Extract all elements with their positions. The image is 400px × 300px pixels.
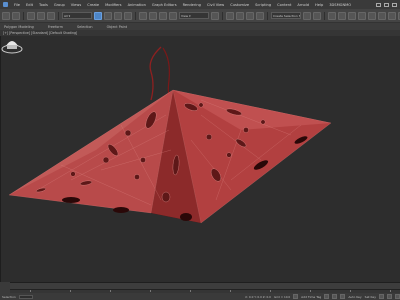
menu-customize[interactable]: Customize bbox=[230, 3, 249, 7]
menu-modifiers[interactable]: Modifiers bbox=[105, 3, 121, 7]
status-bar: Selection X: 0.0 Y: 0.0 Z: 0.0 Grid = 10… bbox=[0, 293, 400, 300]
track-tick bbox=[150, 290, 151, 292]
menu-bar: File Edit Tools Group Views Create Modif… bbox=[0, 0, 400, 9]
align-icon[interactable] bbox=[313, 11, 321, 20]
menu-edit[interactable]: Edit bbox=[26, 3, 33, 7]
zoom-icon[interactable] bbox=[379, 294, 384, 299]
menu-arnold[interactable]: Arnold bbox=[297, 3, 309, 7]
selection-filter-dropdown[interactable]: All ▾ bbox=[62, 12, 92, 19]
select-by-name-icon[interactable] bbox=[104, 11, 112, 20]
track-tick bbox=[270, 290, 271, 292]
set-key-button[interactable]: Set Key bbox=[365, 295, 376, 299]
menu-animation[interactable]: Animation bbox=[128, 3, 146, 7]
window-crossing-icon[interactable] bbox=[124, 11, 132, 20]
toolbar-divider bbox=[135, 11, 136, 20]
close-icon[interactable] bbox=[392, 2, 397, 7]
menu-rendering[interactable]: Rendering bbox=[183, 3, 201, 7]
curve-editor-icon[interactable] bbox=[348, 11, 356, 20]
placement-icon[interactable] bbox=[169, 11, 177, 20]
schematic-view-icon[interactable] bbox=[358, 11, 366, 20]
snaps-toggle-icon[interactable] bbox=[226, 11, 234, 20]
menu-scripting[interactable]: Scripting bbox=[255, 3, 271, 7]
perspective-viewport[interactable] bbox=[0, 36, 400, 282]
scene-explorer-icon[interactable] bbox=[328, 11, 336, 20]
percent-snap-icon[interactable] bbox=[246, 11, 254, 20]
minimize-icon[interactable] bbox=[376, 2, 381, 7]
pan-icon[interactable] bbox=[395, 294, 400, 299]
angle-snap-icon[interactable] bbox=[236, 11, 244, 20]
track-tick bbox=[110, 290, 111, 292]
ribbon-tab-polygon-modeling[interactable]: Polygon Modeling bbox=[4, 25, 34, 29]
redo-icon[interactable] bbox=[12, 11, 20, 20]
window-controls bbox=[376, 2, 400, 7]
unlink-icon[interactable] bbox=[37, 11, 45, 20]
link-icon[interactable] bbox=[27, 11, 35, 20]
pivot-center-icon[interactable] bbox=[211, 11, 219, 20]
scene-canvas bbox=[8, 46, 332, 224]
menu-tools[interactable]: Tools bbox=[39, 3, 48, 7]
select-object-icon[interactable] bbox=[94, 11, 102, 20]
hanging-cable bbox=[149, 46, 162, 101]
layer-explorer-icon[interactable] bbox=[338, 11, 346, 20]
grid-readout: Grid = 10.0 bbox=[273, 294, 291, 299]
menu-extra[interactable]: 3DSMGNMO bbox=[329, 3, 351, 7]
modeling-ribbon: Polygon Modeling Freeform Selection Obje… bbox=[0, 23, 400, 30]
menu-file[interactable]: File bbox=[14, 3, 20, 7]
go-to-end-icon[interactable] bbox=[340, 294, 346, 299]
play-icon[interactable] bbox=[332, 294, 338, 299]
menu-group[interactable]: Group bbox=[54, 3, 65, 7]
reference-coordinate-dropdown[interactable]: View ▾ bbox=[179, 12, 209, 19]
rotate-icon[interactable] bbox=[149, 11, 157, 20]
maximize-icon[interactable] bbox=[384, 2, 389, 7]
render-setup-icon[interactable] bbox=[378, 11, 386, 20]
maxscript-listener-field[interactable] bbox=[18, 294, 33, 299]
mirror-icon[interactable] bbox=[303, 11, 311, 20]
app-logo-icon[interactable] bbox=[3, 2, 8, 7]
ribbon-tab-object-paint[interactable]: Object Paint bbox=[107, 25, 128, 29]
toolbar-divider bbox=[267, 11, 268, 20]
named-selection-set-dropdown[interactable]: Create Selection Se... bbox=[271, 12, 301, 19]
menu-content[interactable]: Content bbox=[277, 3, 291, 7]
ribbon-tab-selection[interactable]: Selection bbox=[77, 25, 93, 29]
time-slider[interactable] bbox=[10, 282, 400, 289]
toolbar-divider bbox=[222, 11, 223, 20]
main-toolbar: All ▾ View ▾ Create Selection Se... bbox=[0, 9, 400, 23]
rectangular-selection-icon[interactable] bbox=[114, 11, 122, 20]
time-tag-icon[interactable] bbox=[293, 294, 299, 299]
menu-graph-editors[interactable]: Graph Editors bbox=[152, 3, 177, 7]
track-tick bbox=[350, 290, 351, 292]
ribbon-tab-freeform[interactable]: Freeform bbox=[48, 25, 63, 29]
spinner-snap-icon[interactable] bbox=[256, 11, 264, 20]
render-frame-icon[interactable] bbox=[388, 11, 396, 20]
menu-views[interactable]: Views bbox=[71, 3, 81, 7]
go-to-start-icon[interactable] bbox=[324, 294, 330, 299]
track-tick bbox=[390, 290, 391, 292]
status-mode: Selection bbox=[2, 294, 16, 299]
track-tick bbox=[190, 290, 191, 292]
coordinate-readout[interactable]: X: 0.0 Y: 0.0 Z: 0.0 bbox=[245, 295, 271, 299]
track-tick bbox=[30, 290, 31, 292]
auto-key-button[interactable]: Auto Key bbox=[348, 295, 361, 299]
menu-create[interactable]: Create bbox=[87, 3, 99, 7]
material-editor-icon[interactable] bbox=[368, 11, 376, 20]
track-tick bbox=[230, 290, 231, 292]
menu-help[interactable]: Help bbox=[315, 3, 323, 7]
toolbar-divider bbox=[58, 11, 59, 20]
toolbar-divider bbox=[23, 11, 24, 20]
orbit-icon[interactable] bbox=[387, 294, 392, 299]
add-time-tag-button[interactable]: Add Time Tag bbox=[301, 295, 321, 299]
move-icon[interactable] bbox=[139, 11, 147, 20]
track-tick bbox=[310, 290, 311, 292]
undo-icon[interactable] bbox=[2, 11, 10, 20]
menu-civil-view[interactable]: Civil View bbox=[207, 3, 224, 7]
toolbar-divider bbox=[324, 11, 325, 20]
track-tick bbox=[70, 290, 71, 292]
viewcube-icon[interactable] bbox=[1, 36, 23, 54]
scale-icon[interactable] bbox=[159, 11, 167, 20]
bind-space-warp-icon[interactable] bbox=[47, 11, 55, 20]
